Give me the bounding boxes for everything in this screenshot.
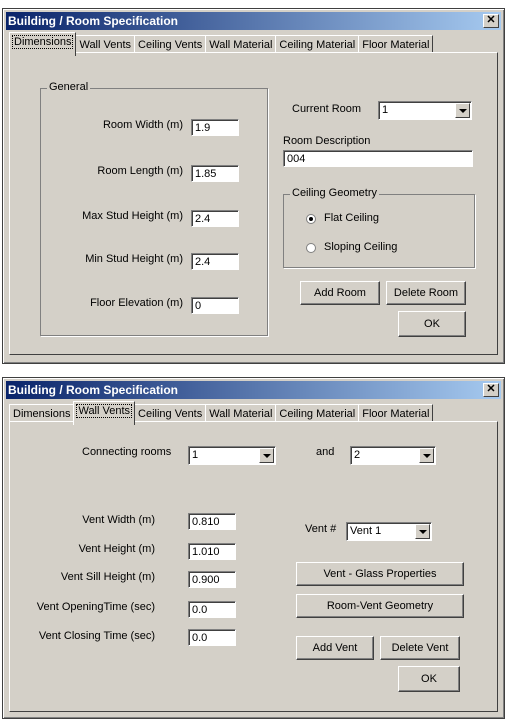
vent-closing-time-label: Vent Closing Time (sec) (38, 630, 155, 642)
max-stud-height-label: Max Stud Height (m) (82, 210, 183, 222)
ceiling-geometry-group: Ceiling Geometry Flat Ceiling Sloping Ce… (283, 187, 475, 268)
ok-button[interactable]: OK (398, 666, 460, 692)
room-length-label: Room Length (m) (97, 165, 183, 177)
room-spec-dialog-dimensions: Building / Room Specification ✕ Dimensio… (2, 8, 505, 364)
ok-button[interactable]: OK (398, 311, 466, 337)
vent-sill-height-input[interactable]: 0.900 (188, 571, 236, 588)
current-room-select[interactable]: 1 (378, 101, 472, 120)
delete-room-button[interactable]: Delete Room (386, 281, 466, 305)
room-b-select[interactable]: 2 (350, 446, 436, 465)
tab-panel: Connecting rooms 1 and 2 Vent Width (m) … (9, 421, 498, 712)
vent-closing-time-input[interactable]: 0.0 (188, 629, 236, 646)
flat-ceiling-radio[interactable] (306, 214, 316, 224)
general-legend: General (47, 81, 91, 93)
room-description-label: Room Description (283, 135, 371, 147)
tab-panel: General Room Width (m) 1.9 Room Length (… (9, 52, 498, 355)
title-bar[interactable]: Building / Room Specification ✕ (6, 381, 501, 399)
vent-width-label: Vent Width (m) (82, 514, 155, 526)
chevron-down-icon[interactable] (259, 448, 274, 463)
close-icon[interactable]: ✕ (483, 14, 499, 28)
window-title: Building / Room Specification (8, 383, 179, 397)
flat-ceiling-label[interactable]: Flat Ceiling (324, 212, 379, 224)
vent-opening-time-label: Vent OpeningTime (sec) (36, 601, 155, 613)
vent-glass-properties-button[interactable]: Vent - Glass Properties (296, 562, 464, 586)
tab-wall-vents[interactable]: Wall Vents (73, 401, 136, 425)
min-stud-height-input[interactable]: 2.4 (191, 253, 239, 270)
min-stud-height-label: Min Stud Height (m) (85, 253, 183, 265)
vent-height-label: Vent Height (m) (78, 543, 155, 555)
room-length-input[interactable]: 1.85 (191, 165, 239, 182)
vent-opening-time-input[interactable]: 0.0 (188, 601, 236, 618)
tab-dimensions[interactable]: Dimensions (9, 32, 77, 56)
add-room-button[interactable]: Add Room (300, 281, 380, 305)
vent-sill-height-label: Vent Sill Height (m) (60, 571, 155, 583)
close-icon[interactable]: ✕ (483, 383, 499, 397)
and-label: and (316, 446, 335, 458)
vent-height-input[interactable]: 1.010 (188, 543, 236, 560)
general-group: General Room Width (m) 1.9 Room Length (… (40, 81, 268, 336)
room-description-input[interactable]: 004 (283, 150, 473, 167)
window-title: Building / Room Specification (8, 14, 179, 28)
chevron-down-icon[interactable] (419, 448, 434, 463)
sloping-ceiling-radio[interactable] (306, 243, 316, 253)
chevron-down-icon[interactable] (455, 103, 470, 118)
ceiling-geometry-legend: Ceiling Geometry (290, 187, 379, 199)
room-spec-dialog-wall-vents: Building / Room Specification ✕ Dimensio… (2, 377, 505, 719)
room-width-label: Room Width (m) (102, 119, 183, 131)
delete-vent-button[interactable]: Delete Vent (380, 636, 460, 660)
vent-num-label: Vent # (305, 523, 337, 535)
vent-num-select[interactable]: Vent 1 (346, 522, 432, 541)
room-vent-geometry-button[interactable]: Room-Vent Geometry (296, 594, 464, 618)
chevron-down-icon[interactable] (415, 524, 430, 539)
tab-strip: Dimensions Wall Vents Ceiling Vents Wall Ma… (9, 401, 434, 425)
floor-elevation-label: Floor Elevation (m) (90, 297, 183, 309)
tab-strip: Dimensions Wall Vents Ceiling Vents Wall Ma… (9, 32, 434, 56)
room-width-input[interactable]: 1.9 (191, 119, 239, 136)
title-bar[interactable]: Building / Room Specification ✕ (6, 12, 501, 30)
sloping-ceiling-label[interactable]: Sloping Ceiling (324, 241, 397, 253)
vent-width-input[interactable]: 0.810 (188, 513, 236, 530)
add-vent-button[interactable]: Add Vent (296, 636, 374, 660)
room-a-select[interactable]: 1 (188, 446, 276, 465)
max-stud-height-input[interactable]: 2.4 (191, 210, 239, 227)
connecting-rooms-label: Connecting rooms (82, 446, 172, 458)
current-room-label: Current Room (292, 103, 362, 115)
floor-elevation-input[interactable]: 0 (191, 297, 239, 314)
